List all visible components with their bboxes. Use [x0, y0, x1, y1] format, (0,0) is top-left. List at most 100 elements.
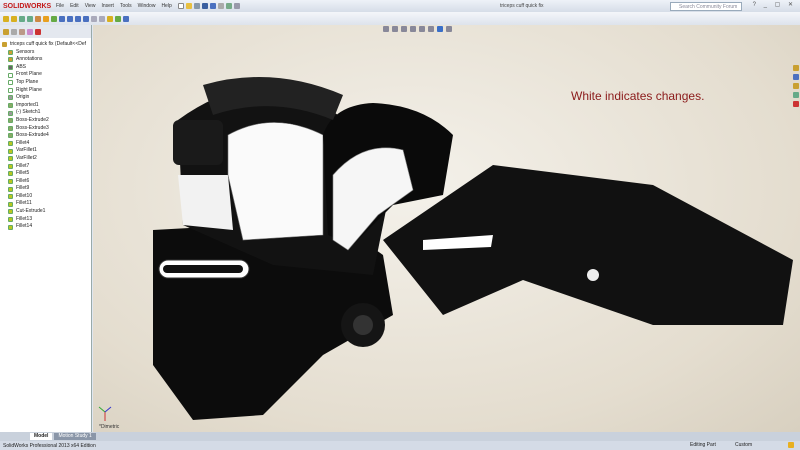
select-icon[interactable] [217, 3, 224, 9]
tree-item-label: Fillet5 [16, 170, 30, 177]
search-input[interactable]: Search Community Forum [670, 2, 742, 11]
feature-manager-panel: triceps cuff quick fix (Default<<Def Sen… [0, 25, 92, 432]
tree-item[interactable]: Fillet14 [0, 223, 91, 231]
new-icon[interactable] [177, 3, 184, 9]
display-tab-icon[interactable] [35, 28, 41, 35]
rectangle-icon[interactable] [83, 15, 89, 22]
document-title: triceps cuff quick fix [500, 3, 544, 9]
options-icon[interactable] [233, 3, 240, 9]
help-icon[interactable] [788, 442, 794, 448]
tree-item-label: Cut-Extrude1 [16, 208, 46, 215]
menu-bar: File Edit View Insert Tools Window Help [56, 3, 172, 9]
menu-insert[interactable]: Insert [101, 3, 114, 9]
save-icon[interactable] [201, 3, 208, 9]
feature-icon [8, 171, 13, 177]
tree-item-label: Fillet10 [16, 192, 33, 199]
feature-icon [8, 125, 13, 131]
sweep-icon[interactable] [19, 15, 25, 22]
menu-file[interactable]: File [56, 3, 64, 9]
part-model[interactable] [93, 25, 800, 432]
tree-item[interactable]: Boss-Extrude2 [0, 117, 91, 125]
chamfer-icon[interactable] [51, 15, 57, 22]
sketch-icon[interactable] [59, 15, 65, 22]
tree-item-label: Annotations [16, 56, 43, 63]
tree-item-label: Fillet4 [16, 139, 30, 146]
tree-item-label: Right Plane [16, 86, 42, 93]
tree-item-label: Imported1 [16, 101, 39, 108]
view-icon[interactable] [123, 15, 129, 22]
featuremanager-tab-icon[interactable] [3, 28, 9, 35]
circle-icon[interactable] [75, 15, 81, 22]
tab-motion-study[interactable]: Motion Study 1 [54, 433, 96, 440]
trim-icon[interactable] [91, 15, 97, 22]
tree-item[interactable]: Right Plane [0, 87, 91, 95]
menu-edit[interactable]: Edit [70, 3, 79, 9]
tree-item[interactable]: Fillet11 [0, 200, 91, 208]
tree-item[interactable]: Sensors [0, 49, 91, 57]
appearances-icon[interactable] [793, 101, 799, 107]
view-palette-icon[interactable] [793, 92, 799, 98]
line-icon[interactable] [67, 15, 73, 22]
feature-icon [8, 148, 13, 154]
edition-label: SolidWorks Professional 2013 x64 Edition [3, 442, 96, 449]
tree-item[interactable]: VarFillet2 [0, 155, 91, 163]
feature-icon[interactable] [107, 15, 113, 22]
revolve-icon[interactable] [11, 15, 17, 22]
tree-item[interactable]: Fillet4 [0, 140, 91, 148]
tree-item[interactable]: Cut-Extrude1 [0, 208, 91, 216]
configuration-tab-icon[interactable] [19, 28, 25, 35]
resources-icon[interactable] [793, 65, 799, 71]
tree-item[interactable]: Fillet10 [0, 193, 91, 201]
tree-root[interactable]: triceps cuff quick fix (Default<<Def [0, 41, 91, 49]
solidworks-logo[interactable]: SOLIDWORKS [0, 3, 56, 10]
tree-item[interactable]: Annotations [0, 56, 91, 64]
tree-item-label: ABS [16, 63, 27, 70]
units-selector[interactable]: Custom [735, 442, 752, 448]
graphics-area[interactable]: White indicates changes. *Dimetric [93, 25, 800, 432]
design-library-icon[interactable] [793, 74, 799, 80]
tree-item[interactable]: Fillet13 [0, 216, 91, 224]
loft-icon[interactable] [27, 15, 33, 22]
file-explorer-icon[interactable] [793, 83, 799, 89]
menu-window[interactable]: Window [138, 3, 156, 9]
feature-icon [8, 194, 13, 200]
menu-help[interactable]: Help [161, 3, 171, 9]
tree-item[interactable]: Fillet9 [0, 185, 91, 193]
menu-view[interactable]: View [85, 3, 96, 9]
tree-item[interactable]: Boss-Extrude4 [0, 132, 91, 140]
task-pane-tabs [792, 63, 800, 153]
tree-item-label: Fillet7 [16, 162, 30, 169]
rebuild-icon[interactable] [225, 3, 232, 9]
fillet-icon[interactable] [43, 15, 49, 22]
mirror-icon[interactable] [99, 15, 105, 22]
tree-item[interactable]: Boss-Extrude3 [0, 125, 91, 133]
menu-tools[interactable]: Tools [120, 3, 132, 9]
panel-tabs [0, 25, 91, 38]
window-controls[interactable]: ? _ ▢ ✕ [753, 1, 796, 8]
extrude-icon[interactable] [3, 15, 9, 22]
feature-icon [8, 118, 13, 124]
feature-icon [8, 186, 13, 192]
tree-item[interactable]: Top Plane [0, 79, 91, 87]
tree-item[interactable]: Fillet5 [0, 170, 91, 178]
tree-item[interactable]: ABS [0, 64, 91, 72]
feature-icon [8, 156, 13, 162]
tree-item[interactable]: Fillet6 [0, 178, 91, 186]
tree-item[interactable]: Imported1 [0, 102, 91, 110]
dimxpert-tab-icon[interactable] [27, 28, 33, 35]
print-icon[interactable] [193, 3, 200, 9]
pattern-icon[interactable] [115, 15, 121, 22]
tree-item[interactable]: Fillet7 [0, 163, 91, 171]
propertymanager-tab-icon[interactable] [11, 28, 17, 35]
tab-model[interactable]: Model [30, 433, 53, 440]
feature-icon [8, 103, 13, 109]
tree-item[interactable]: VarFillet1 [0, 147, 91, 155]
tree-item-label: Boss-Extrude2 [16, 116, 49, 123]
tree-item[interactable]: (-) Sketch1 [0, 109, 91, 117]
feature-icon [8, 57, 13, 63]
undo-icon[interactable] [209, 3, 216, 9]
tree-item[interactable]: Front Plane [0, 71, 91, 79]
tree-item[interactable]: Origin [0, 94, 91, 102]
open-icon[interactable] [185, 3, 192, 9]
cut-icon[interactable] [35, 15, 41, 22]
